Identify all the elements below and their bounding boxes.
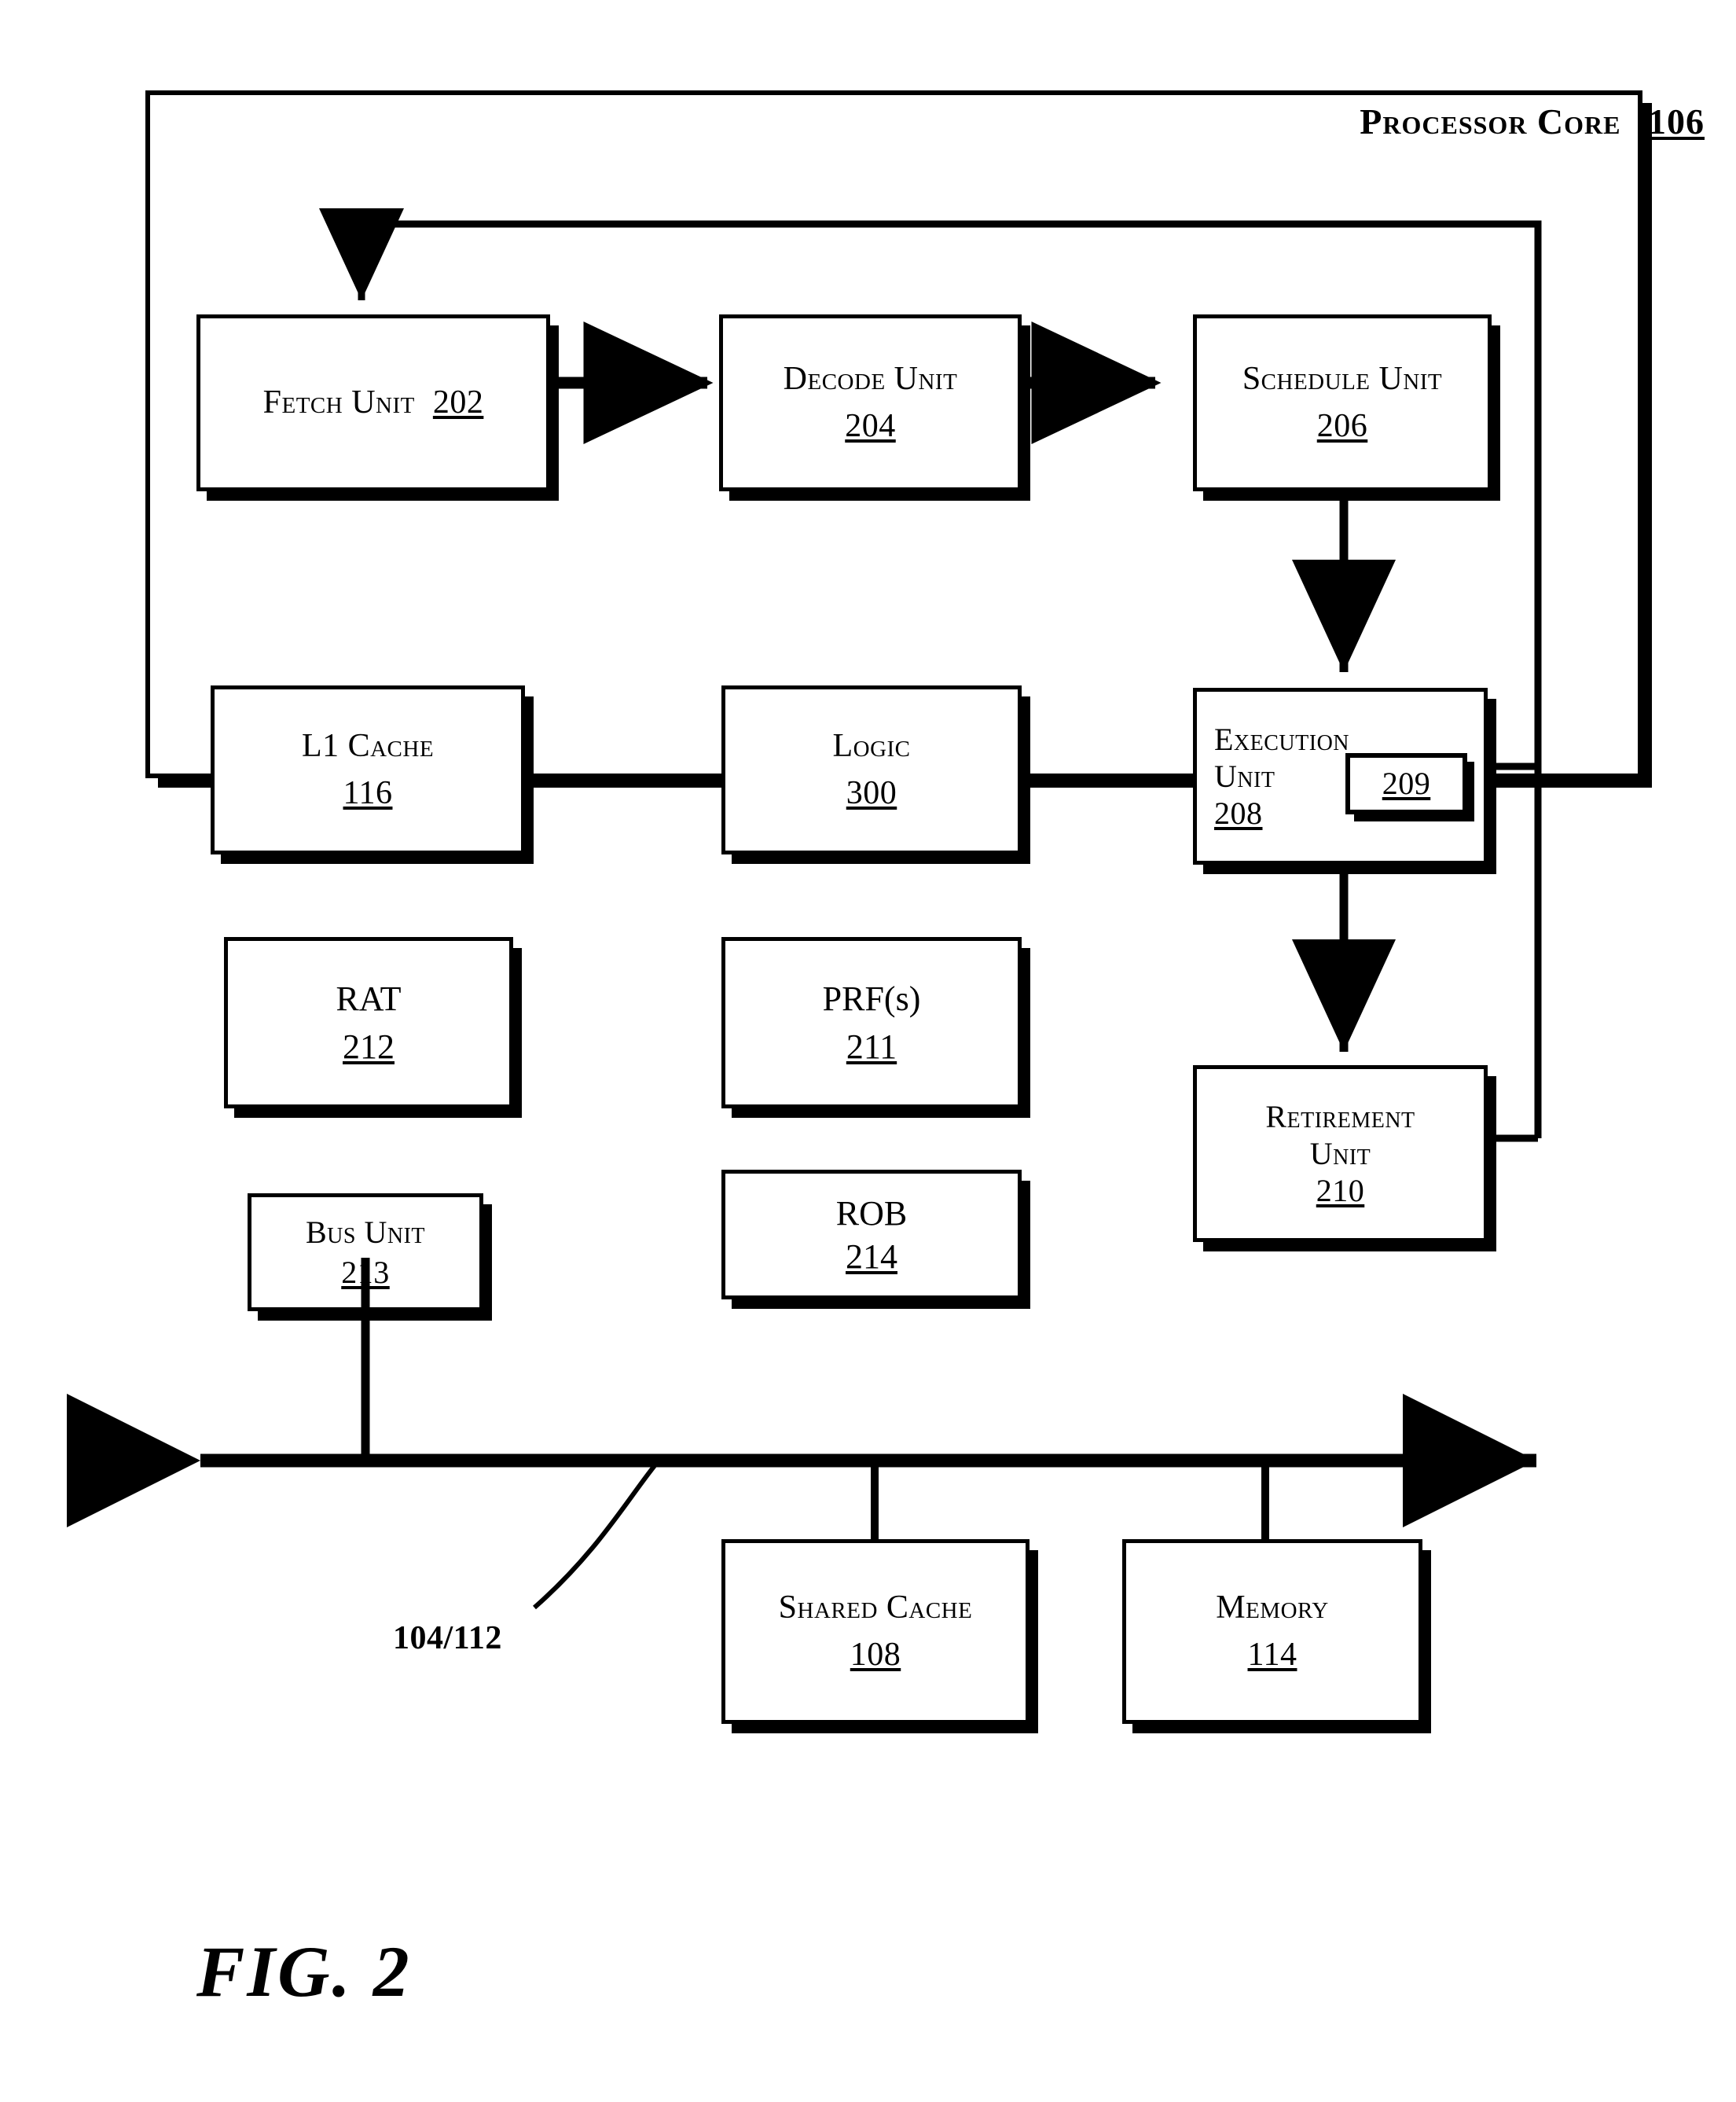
bus-ref-leader-line <box>533 1462 659 1610</box>
memory-box[interactable]: Memory 114 <box>1122 1539 1422 1724</box>
bus-wiring <box>67 1258 1536 1610</box>
memory-ref: 114 <box>1247 1636 1297 1673</box>
memory-label: Memory <box>1216 1589 1329 1626</box>
figure-canvas: Processor Core 106 Fetch Unit 202 Decode… <box>0 0 1736 2102</box>
shared-cache-box[interactable]: Shared Cache 108 <box>721 1539 1029 1724</box>
shared-cache-label: Shared Cache <box>778 1589 973 1626</box>
shared-cache-ref: 108 <box>850 1636 901 1673</box>
